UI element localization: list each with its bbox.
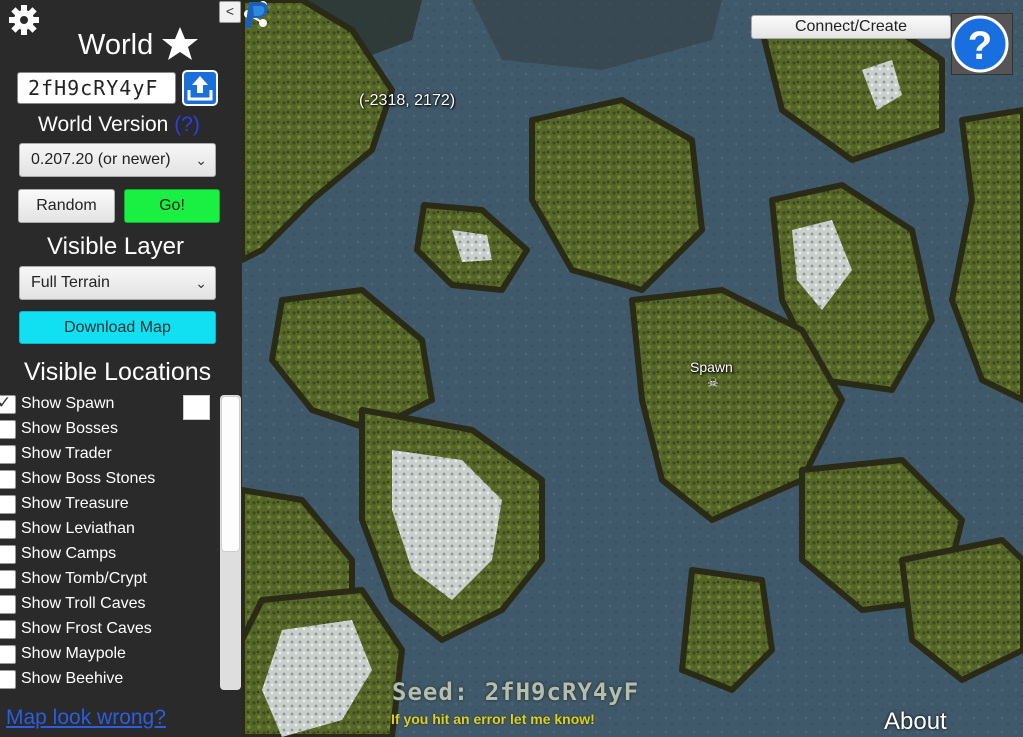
visible-layer-select[interactable]: Full Terrain ⌄ <box>19 266 216 300</box>
location-toggle[interactable]: Show Troll Caves <box>0 594 218 619</box>
paypal-icon[interactable] <box>242 0 272 30</box>
collapse-sidebar-button[interactable]: < <box>219 1 241 23</box>
world-version-text: World Version <box>38 113 169 136</box>
chevron-down-icon: ⌄ <box>195 275 207 291</box>
location-checkbox[interactable] <box>0 670 16 689</box>
location-label: Show Trader <box>21 445 112 462</box>
location-toggle[interactable]: Show Beehive <box>0 669 218 690</box>
location-label: Show Frost Caves <box>21 620 152 637</box>
location-toggle[interactable]: Show Boss Stones <box>0 469 218 494</box>
star-icon[interactable] <box>161 26 199 62</box>
location-toggle[interactable]: Show Leviathan <box>0 519 218 544</box>
spawn-label: Spawn <box>690 359 733 375</box>
world-map[interactable]: (-2318, 2172) Spawn ☠ Connect/Create ? S… <box>242 0 1023 737</box>
location-label: Show Tomb/Crypt <box>21 570 147 587</box>
checkmark-icon: ✓ <box>0 394 12 412</box>
seed-overlay: Seed: 2fH9cRY4yF <box>392 678 640 706</box>
locations-list: ✓ Show Spawn Show Bosses Show Trader Show Bo… <box>0 394 218 690</box>
location-label: Show Treasure <box>21 495 129 512</box>
location-label: Show Camps <box>21 545 117 562</box>
cursor-coordinates: (-2318, 2172) <box>359 92 456 109</box>
world-version-help-link[interactable]: (?) <box>174 113 200 136</box>
error-note: If you hit an error let me know! <box>391 711 595 727</box>
location-checkbox[interactable] <box>0 520 16 539</box>
location-checkbox[interactable] <box>0 420 16 439</box>
world-title: World <box>78 29 154 61</box>
location-checkbox[interactable] <box>0 595 16 614</box>
location-label: Show Bosses <box>21 420 118 437</box>
location-checkbox[interactable] <box>0 445 16 464</box>
upload-seed-button[interactable] <box>182 70 218 106</box>
location-checkbox[interactable] <box>0 620 16 639</box>
world-version-value: 0.207.20 (or newer) <box>31 151 171 168</box>
world-version-select[interactable]: 0.207.20 (or newer) ⌄ <box>19 143 216 177</box>
skull-icon[interactable]: ☠ <box>707 376 719 389</box>
location-checkbox[interactable] <box>0 645 16 664</box>
svg-text:?: ? <box>968 24 992 68</box>
location-checkbox[interactable] <box>0 495 16 514</box>
download-map-button[interactable]: Download Map <box>19 311 216 344</box>
location-label: Show Beehive <box>21 670 124 687</box>
location-toggle[interactable]: Show Tomb/Crypt <box>0 569 218 594</box>
location-toggle[interactable]: Show Trader <box>0 444 218 469</box>
location-checkbox[interactable] <box>0 545 16 564</box>
location-label: Show Leviathan <box>21 520 135 537</box>
world-version-label: World Version (?) <box>38 113 200 137</box>
location-label: Show Spawn <box>21 395 115 412</box>
map-terrain <box>242 0 1023 737</box>
location-toggle[interactable]: Show Camps <box>0 544 218 569</box>
visible-layer-label: Visible Layer <box>47 233 184 260</box>
location-toggle[interactable]: Show Frost Caves <box>0 619 218 644</box>
gear-icon[interactable] <box>8 4 40 36</box>
about-link[interactable]: About <box>884 708 947 736</box>
location-label: Show Maypole <box>21 645 126 662</box>
connect-create-button[interactable]: Connect/Create <box>751 15 951 39</box>
location-toggle[interactable]: Show Bosses <box>0 419 218 444</box>
visible-locations-label: Visible Locations <box>24 358 212 386</box>
map-look-wrong-link[interactable]: Map look wrong? <box>6 706 166 730</box>
location-label: Show Boss Stones <box>21 470 156 487</box>
locations-scrollbar-thumb[interactable] <box>221 396 240 552</box>
go-button[interactable]: Go! <box>124 189 220 223</box>
spawn-color-swatch[interactable] <box>183 395 210 420</box>
location-toggle[interactable]: Show Treasure <box>0 494 218 519</box>
seed-input[interactable] <box>17 72 176 104</box>
upload-icon <box>187 76 213 101</box>
sidebar: < World World Version (?) 0.207.20 (or n… <box>0 0 242 737</box>
location-checkbox[interactable] <box>0 470 16 489</box>
help-button[interactable]: ? <box>951 13 1013 75</box>
location-checkbox[interactable]: ✓ <box>0 394 16 414</box>
help-icon: ? <box>951 15 1009 73</box>
chevron-down-icon: ⌄ <box>195 152 207 168</box>
random-seed-button[interactable]: Random <box>18 189 115 223</box>
location-label: Show Troll Caves <box>21 595 146 612</box>
location-toggle[interactable]: Show Maypole <box>0 644 218 669</box>
visible-layer-value: Full Terrain <box>31 274 110 291</box>
location-checkbox[interactable] <box>0 570 16 589</box>
